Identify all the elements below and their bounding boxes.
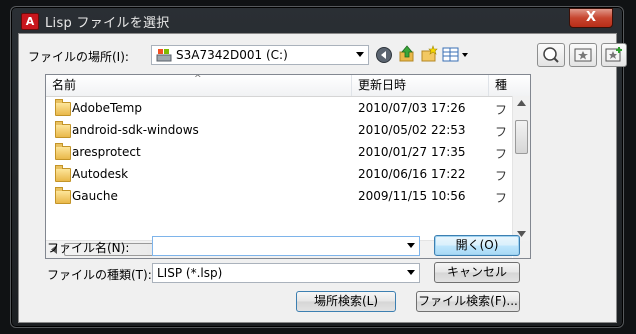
sort-ascending-icon: ^ xyxy=(194,75,202,84)
favorites-icon xyxy=(574,48,592,62)
filetype-select[interactable]: LISP (*.lsp) xyxy=(152,263,420,283)
chevron-down-icon[interactable] xyxy=(407,243,415,248)
filename-input[interactable] xyxy=(152,236,420,256)
close-button[interactable]: X xyxy=(569,8,613,28)
filetype-label: ファイルの種類(T): xyxy=(47,268,152,282)
autocad-app-icon: A xyxy=(21,13,39,30)
look-in-combo[interactable]: S3A7342D001 (C:) xyxy=(151,45,369,65)
file-list[interactable]: 名前 ^ 更新日時 種 AdobeTemp 2010/07/03 17:26 フ… xyxy=(45,74,531,259)
folder-icon xyxy=(55,99,71,116)
find-file-button[interactable]: ファイル検索(F)... xyxy=(416,291,520,312)
list-item[interactable]: Autodesk 2010/06/16 17:22 フ xyxy=(46,164,512,186)
back-icon[interactable] xyxy=(375,46,393,64)
list-item[interactable]: aresprotect 2010/01/27 17:35 フ xyxy=(46,142,512,164)
up-folder-icon[interactable] xyxy=(398,45,416,63)
open-button[interactable]: 開く(O) xyxy=(434,235,520,256)
list-header: 名前 ^ 更新日時 種 xyxy=(46,75,530,97)
views-icon[interactable] xyxy=(442,46,472,64)
add-favorite-icon xyxy=(605,47,622,62)
list-item[interactable]: android-sdk-windows 2010/05/02 22:53 フ xyxy=(46,120,512,142)
search-web-button[interactable] xyxy=(537,43,565,67)
vertical-scrollbar[interactable] xyxy=(512,96,530,241)
folder-icon xyxy=(55,165,71,182)
dialog-client: ファイルの場所(I): S3A7342D001 (C:) 名前 ^ 更新日時 種… xyxy=(18,33,627,323)
list-item[interactable]: Gauche 2009/11/15 10:56 フ xyxy=(46,186,512,208)
chevron-down-icon[interactable] xyxy=(407,270,415,275)
folder-icon xyxy=(55,121,71,138)
cancel-button[interactable]: キャンセル xyxy=(434,262,520,283)
drive-icon xyxy=(156,49,172,62)
look-in-label: ファイルの場所(I): xyxy=(28,50,129,64)
filename-label: ファイル名(N): xyxy=(47,241,130,255)
folder-icon xyxy=(55,143,71,160)
search-web-icon xyxy=(543,47,559,63)
new-folder-icon[interactable] xyxy=(420,45,438,63)
vertical-scroll-thumb[interactable] xyxy=(515,120,528,154)
column-header-type[interactable]: 種 xyxy=(489,75,530,96)
add-favorite-button[interactable] xyxy=(601,43,627,67)
look-in-value: S3A7342D001 (C:) xyxy=(176,48,288,62)
find-location-button[interactable]: 場所検索(L) xyxy=(296,291,396,312)
scroll-up-icon[interactable] xyxy=(517,100,526,106)
title-bar[interactable]: A Lisp ファイルを選択 X xyxy=(11,7,623,33)
chevron-down-icon[interactable] xyxy=(356,52,364,57)
column-header-name[interactable]: 名前 ^ xyxy=(46,75,352,96)
list-item[interactable]: AdobeTemp 2010/07/03 17:26 フ xyxy=(46,98,512,120)
window-title: Lisp ファイルを選択 xyxy=(45,16,170,31)
folder-icon xyxy=(55,187,71,204)
favorites-button[interactable] xyxy=(569,43,597,67)
column-header-date[interactable]: 更新日時 xyxy=(352,75,489,96)
dialog-window: A Lisp ファイルを選択 X ファイルの場所(I): S3A7342D001… xyxy=(10,6,627,328)
